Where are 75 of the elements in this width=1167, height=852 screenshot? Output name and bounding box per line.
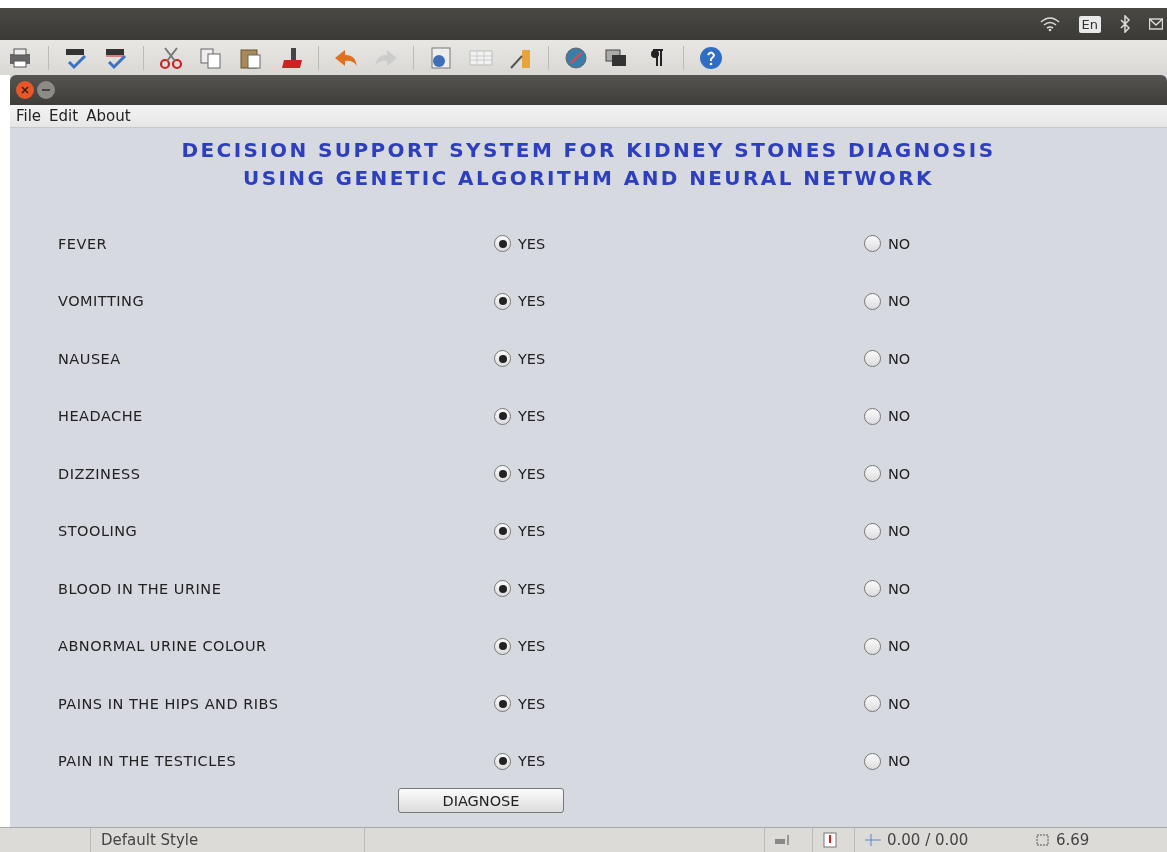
radio-button[interactable] [864, 465, 881, 483]
keyboard-layout-indicator[interactable]: En [1078, 15, 1101, 33]
radio-button[interactable] [494, 465, 511, 483]
question-label: ABNORMAL URINE COLOUR [58, 638, 267, 655]
wifi-icon[interactable] [1038, 16, 1061, 32]
question-label: BLOOD IN THE URINE [58, 580, 222, 597]
document-icon [823, 832, 837, 848]
question-label: PAIN IN THE TESTICLES [58, 753, 237, 770]
question-label: FEVER [58, 235, 108, 252]
menu-item[interactable]: Edit [49, 107, 79, 125]
radio-option[interactable]: NO [864, 465, 911, 483]
question-label: STOOLING [58, 523, 138, 540]
radio-button[interactable] [494, 407, 511, 425]
question-label: NAUSEA [58, 350, 121, 367]
radio-option[interactable]: NO [864, 407, 911, 425]
question-label: PAINS IN THE HIPS AND RIBS [58, 695, 279, 712]
radio-option[interactable]: NO [864, 350, 911, 368]
radio-button[interactable] [494, 637, 511, 655]
radio-option[interactable]: NO [864, 292, 911, 310]
radio-option[interactable]: YES [494, 350, 546, 368]
radio-button[interactable] [864, 292, 881, 310]
radio-option[interactable]: YES [494, 695, 546, 713]
radio-button[interactable] [494, 235, 511, 253]
radio-option[interactable]: YES [494, 465, 546, 483]
radio-button[interactable] [864, 580, 881, 598]
question-label: HEADACHE [58, 408, 143, 425]
form-heading: DECISION SUPPORT SYSTEM FOR KIDNEY STONES DIAGNOSIS [181, 138, 996, 162]
radio-button[interactable] [864, 695, 881, 713]
globe-document-icon[interactable] [428, 45, 454, 70]
radio-button[interactable] [864, 407, 881, 425]
copy-icon[interactable] [198, 45, 224, 70]
form-heading: USING GENETIC ALGORITHM AND NEURAL NETWORK [243, 166, 934, 190]
radio-option[interactable]: NO [864, 637, 911, 655]
radio-option[interactable]: YES [494, 637, 546, 655]
close-button[interactable] [16, 81, 34, 99]
crosshair-icon [865, 834, 881, 846]
bluetooth-icon[interactable] [1119, 15, 1131, 33]
radio-option[interactable]: NO [864, 695, 911, 713]
scissors-icon[interactable] [158, 45, 184, 70]
size-readout: 6.69 [1056, 831, 1090, 849]
radio-option[interactable]: YES [494, 292, 546, 310]
radio-button[interactable] [864, 752, 881, 770]
envelope-icon[interactable] [1149, 17, 1163, 31]
radio-option[interactable]: NO [864, 580, 911, 598]
position-readout: 0.00 / 0.00 [887, 831, 969, 849]
radio-option[interactable]: YES [494, 522, 546, 540]
page-style-label: Default Style [90, 828, 364, 852]
radio-button[interactable] [494, 350, 511, 368]
help-icon[interactable] [698, 45, 724, 70]
radio-option[interactable]: YES [494, 407, 546, 425]
radio-option[interactable]: NO [864, 522, 911, 540]
diagnose-button[interactable]: DIAGNOSE [398, 788, 564, 813]
dotted-rectangle-icon [1034, 834, 1050, 846]
radio-option[interactable]: YES [494, 580, 546, 598]
radio-button[interactable] [494, 522, 511, 540]
radio-button[interactable] [494, 695, 511, 713]
radio-option[interactable]: YES [494, 752, 546, 770]
radio-button[interactable] [864, 637, 881, 655]
minimize-button[interactable] [37, 81, 55, 99]
radio-button[interactable] [494, 292, 511, 310]
menu-item[interactable]: File [16, 107, 42, 125]
radio-button[interactable] [864, 235, 881, 253]
menu-item[interactable]: About [86, 107, 131, 125]
minimize-icon [42, 89, 50, 91]
radio-button[interactable] [494, 580, 511, 598]
radio-button[interactable] [864, 350, 881, 368]
radio-option[interactable]: NO [864, 752, 911, 770]
radio-button[interactable] [864, 522, 881, 540]
radio-option[interactable]: NO [864, 235, 911, 253]
radio-button[interactable] [494, 752, 511, 770]
close-icon [21, 86, 29, 94]
text-cursor-icon [775, 835, 791, 845]
radio-option[interactable]: YES [494, 235, 546, 253]
question-label: DIZZINESS [58, 465, 141, 482]
question-label: VOMITTING [58, 293, 145, 310]
